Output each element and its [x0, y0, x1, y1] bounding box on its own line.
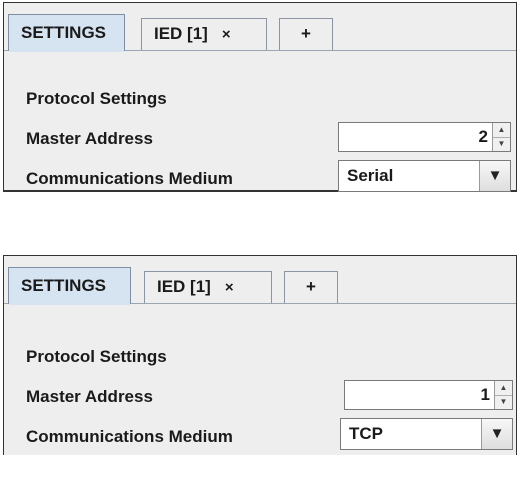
settings-panel-serial: SETTINGS IED [1] × + Protocol Settings Ma…	[3, 2, 517, 192]
tab-ied-1[interactable]: IED [1] ×	[141, 18, 267, 50]
master-address-label: Master Address	[26, 387, 153, 406]
master-address-value: 1	[480, 385, 490, 404]
settings-content: Protocol Settings Master Address 1 ▲ ▼ C…	[4, 304, 516, 455]
master-address-value: 2	[478, 127, 488, 146]
spinner-up-icon[interactable]: ▲	[495, 381, 512, 396]
communications-medium-label: Communications Medium	[26, 427, 233, 446]
spinner-down-icon[interactable]: ▼	[493, 137, 510, 151]
tab-settings[interactable]: SETTINGS	[8, 267, 131, 305]
settings-content: Protocol Settings Master Address 2 ▲ ▼ C…	[4, 51, 516, 192]
tab-ied-1[interactable]: IED [1] ×	[144, 271, 272, 303]
chevron-down-icon[interactable]: ▼	[479, 161, 510, 191]
add-tab-label: +	[301, 24, 311, 43]
spinner-down-icon[interactable]: ▼	[495, 395, 512, 409]
master-address-spinner[interactable]: 2 ▲ ▼	[338, 122, 511, 152]
communications-medium-select[interactable]: TCP ▼	[340, 418, 513, 450]
tab-settings[interactable]: SETTINGS	[8, 14, 125, 52]
settings-panel-tcp: SETTINGS IED [1] × + Protocol Settings Ma…	[3, 255, 517, 455]
master-address-spinner[interactable]: 1 ▲ ▼	[344, 380, 513, 410]
communications-medium-value: Serial	[347, 166, 394, 185]
tab-strip: SETTINGS IED [1] × +	[4, 3, 516, 52]
chevron-down-icon[interactable]: ▼	[481, 419, 512, 449]
communications-medium-value: TCP	[349, 424, 383, 443]
section-title: Protocol Settings	[26, 347, 167, 366]
tab-ied-1-label: IED [1]	[157, 277, 211, 296]
spinner-arrows: ▲ ▼	[494, 381, 512, 409]
tab-add[interactable]: +	[279, 18, 333, 50]
spinner-arrows: ▲ ▼	[492, 123, 510, 151]
section-title: Protocol Settings	[26, 89, 167, 108]
tab-settings-label: SETTINGS	[21, 23, 107, 42]
close-icon[interactable]: ×	[222, 20, 231, 50]
spinner-up-icon[interactable]: ▲	[493, 123, 510, 138]
communications-medium-select[interactable]: Serial ▼	[338, 160, 511, 192]
close-icon[interactable]: ×	[225, 273, 234, 303]
tab-settings-label: SETTINGS	[21, 276, 107, 295]
master-address-label: Master Address	[26, 129, 153, 148]
add-tab-label: +	[306, 277, 316, 296]
tab-add[interactable]: +	[284, 271, 338, 303]
communications-medium-label: Communications Medium	[26, 169, 233, 188]
tab-strip: SETTINGS IED [1] × +	[4, 256, 516, 305]
tab-ied-1-label: IED [1]	[154, 24, 208, 43]
